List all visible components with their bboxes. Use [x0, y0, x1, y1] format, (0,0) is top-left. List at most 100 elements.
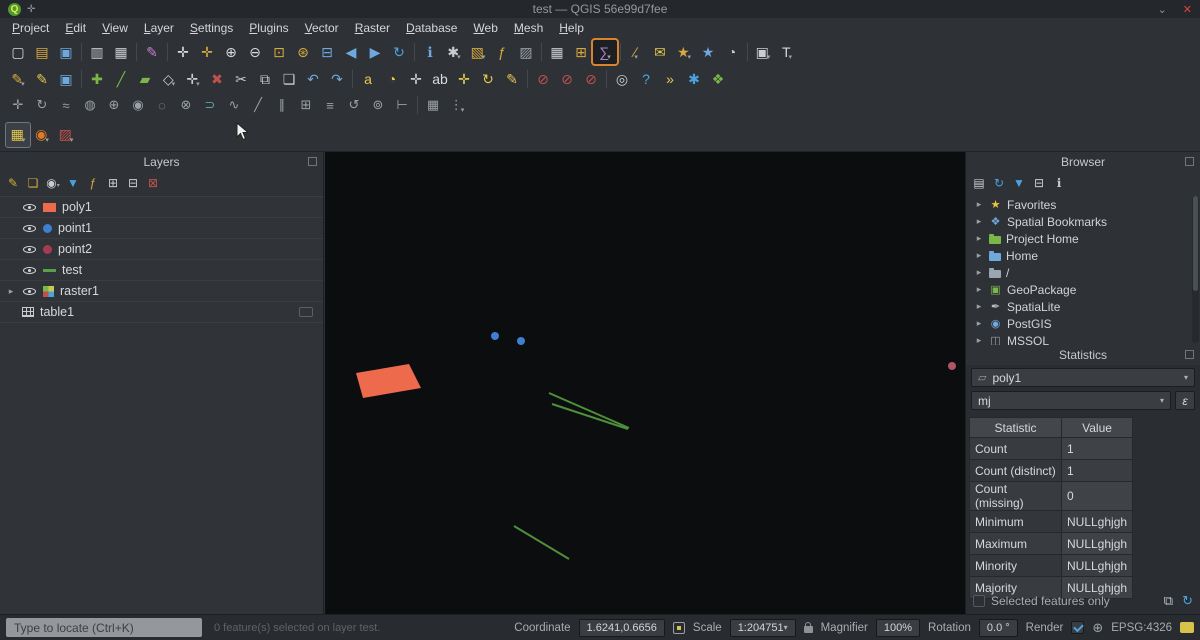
digitizing-options-icon[interactable]: ⋮▾ [445, 93, 469, 117]
browser-item-home[interactable]: ▸Home [966, 247, 1190, 264]
layer-visibility-toggle[interactable] [22, 201, 37, 214]
zoom-to-layer-icon[interactable]: ⊟ [315, 40, 339, 64]
fill-ring-icon[interactable]: ◉ [126, 93, 150, 117]
menu-edit[interactable]: Edit [57, 19, 94, 37]
new-map-view-icon[interactable]: ▣▾ [751, 40, 775, 64]
menu-database[interactable]: Database [398, 19, 465, 37]
select-features-icon[interactable]: ▧▾ [466, 40, 490, 64]
expand-icon[interactable]: ▸ [974, 301, 984, 312]
selected-features-only-checkbox[interactable] [973, 595, 985, 607]
extents-toggle-icon[interactable] [673, 622, 685, 634]
expand-icon[interactable]: ▸ [974, 335, 984, 345]
mesh-digitizing-icon[interactable]: ⊘ [531, 67, 555, 91]
menu-settings[interactable]: Settings [182, 19, 241, 37]
pan-to-selection-icon[interactable]: ✛ [195, 40, 219, 64]
menu-project[interactable]: Project [4, 19, 57, 37]
expand-icon[interactable]: ▸ [974, 233, 984, 244]
save-project-icon[interactable]: ▣ [54, 40, 78, 64]
layer-row-test[interactable]: test [0, 260, 323, 281]
menu-mesh[interactable]: Mesh [506, 19, 551, 37]
layer-labeling-icon[interactable]: a [356, 67, 380, 91]
zoom-full-extent-icon[interactable]: ⊡ [267, 40, 291, 64]
text-annotation-icon[interactable]: T▾ [775, 40, 799, 64]
browser-properties-icon[interactable]: ℹ [1050, 174, 1068, 192]
delete-ring-icon[interactable]: ◌ [150, 93, 174, 117]
layer-visibility-toggle[interactable] [22, 222, 37, 235]
split-parts-icon[interactable]: ∥ [270, 93, 294, 117]
browser-item-root[interactable]: ▸/ [966, 264, 1190, 281]
map-canvas[interactable] [325, 152, 965, 614]
browser-item-project-home[interactable]: ▸Project Home [966, 230, 1190, 247]
identify-features-icon[interactable]: ℹ [418, 40, 442, 64]
statistics-layer-combo[interactable]: ▱ poly1 ▾ [971, 368, 1195, 387]
menu-vector[interactable]: Vector [297, 19, 347, 37]
menu-view[interactable]: View [94, 19, 136, 37]
zoom-last-icon[interactable]: ◀ [339, 40, 363, 64]
copy-features-icon[interactable]: ⧉ [253, 67, 277, 91]
rotate-label-icon[interactable]: ↻ [476, 67, 500, 91]
add-selected-layers-icon[interactable]: ▤ [970, 174, 988, 192]
menu-web[interactable]: Web [465, 19, 505, 37]
temporal-controller-icon[interactable]: ◔ [720, 40, 744, 64]
expand-icon[interactable]: ▸ [974, 250, 984, 261]
filter-legend-expression-icon[interactable]: ƒ [84, 174, 102, 192]
layer-visibility-toggle[interactable] [22, 264, 37, 277]
locate-input[interactable]: Type to locate (Ctrl+K) [6, 618, 202, 637]
scale-combo[interactable]: 1:204751 ▾ [730, 619, 796, 637]
mesh-select-icon[interactable]: ⊘ [579, 67, 603, 91]
merge-feature-attributes-icon[interactable]: ≡ [318, 93, 342, 117]
toggle-editing-icon[interactable]: ✎ [30, 67, 54, 91]
preview-mode-icon[interactable]: ◎ [610, 67, 634, 91]
processing-toolbox-icon[interactable]: ✱ [682, 67, 706, 91]
rotation-input[interactable]: 0.0 ° [979, 619, 1018, 637]
scrollbar-handle[interactable] [1193, 196, 1198, 291]
add-point-feature-icon[interactable]: ✚ [85, 67, 109, 91]
zoom-to-selection-icon[interactable]: ⊛ [291, 40, 315, 64]
offset-curve-icon[interactable]: ⊃ [198, 93, 222, 117]
field-calculator-icon[interactable]: ⊞ [569, 40, 593, 64]
refresh-map-icon[interactable]: ↻ [387, 40, 411, 64]
browser-item-spatial-bookmarks[interactable]: ▸❖Spatial Bookmarks [966, 213, 1190, 230]
rotate-point-symbols-icon[interactable]: ↺ [342, 93, 366, 117]
paste-features-icon[interactable]: ❏ [277, 67, 301, 91]
collapse-all-browser-icon[interactable]: ⊟ [1030, 174, 1048, 192]
open-layer-styling-icon[interactable]: ✎ [4, 174, 22, 192]
move-label-icon[interactable]: ✛ [452, 67, 476, 91]
menu-layer[interactable]: Layer [136, 19, 182, 37]
add-group-icon[interactable]: ❏ [24, 174, 42, 192]
delete-part-icon[interactable]: ⊗ [174, 93, 198, 117]
menu-help[interactable]: Help [551, 19, 592, 37]
remove-layer-icon[interactable]: ⊠ [144, 174, 162, 192]
python-console-icon[interactable]: » [658, 67, 682, 91]
mesh-transform-icon[interactable]: ⊘ [555, 67, 579, 91]
change-label-icon[interactable]: ✎ [500, 67, 524, 91]
pin-labels-icon[interactable]: ✛ [404, 67, 428, 91]
menu-raster[interactable]: Raster [347, 19, 398, 37]
menu-plugins[interactable]: Plugins [241, 19, 296, 37]
copy-statistics-icon[interactable]: ⧉ [1164, 593, 1173, 609]
trim-extend-icon[interactable]: ⊢ [390, 93, 414, 117]
vertex-editor-panel-icon[interactable]: ▦ [421, 93, 445, 117]
scale-lock-icon[interactable] [804, 626, 813, 633]
layer-row-poly1[interactable]: poly1 [0, 197, 323, 218]
expression-button[interactable]: ε [1175, 391, 1195, 410]
browser-item-mssql[interactable]: ▸◫MSSQL [966, 332, 1190, 345]
move-feature-icon[interactable]: ✛▾ [181, 67, 205, 91]
zoom-out-icon[interactable]: ⊖ [243, 40, 267, 64]
rotate-feature-icon[interactable]: ↻ [30, 93, 54, 117]
profile-tool-icon[interactable]: ▨▾ [54, 123, 78, 147]
expand-all-icon[interactable]: ⊞ [104, 174, 122, 192]
layer-row-point2[interactable]: point2 [0, 239, 323, 260]
split-features-icon[interactable]: ╱ [246, 93, 270, 117]
current-edits-icon[interactable]: ✎▾ [6, 67, 30, 91]
browser-item-geopackage[interactable]: ▸▣GeoPackage [966, 281, 1190, 298]
move-feature-copy-icon[interactable]: ✛ [6, 93, 30, 117]
layer-row-raster1[interactable]: ▸raster1 [0, 281, 323, 302]
crs-status[interactable]: EPSG:4326 [1111, 622, 1172, 634]
zoom-next-icon[interactable]: ▶ [363, 40, 387, 64]
undo-icon[interactable]: ↶ [301, 67, 325, 91]
magnifier-input[interactable]: 100% [876, 619, 920, 637]
plugin-manager-icon[interactable]: ❖ [706, 67, 730, 91]
map-tips-icon[interactable]: ✉ [648, 40, 672, 64]
open-project-icon[interactable]: ▤ [30, 40, 54, 64]
